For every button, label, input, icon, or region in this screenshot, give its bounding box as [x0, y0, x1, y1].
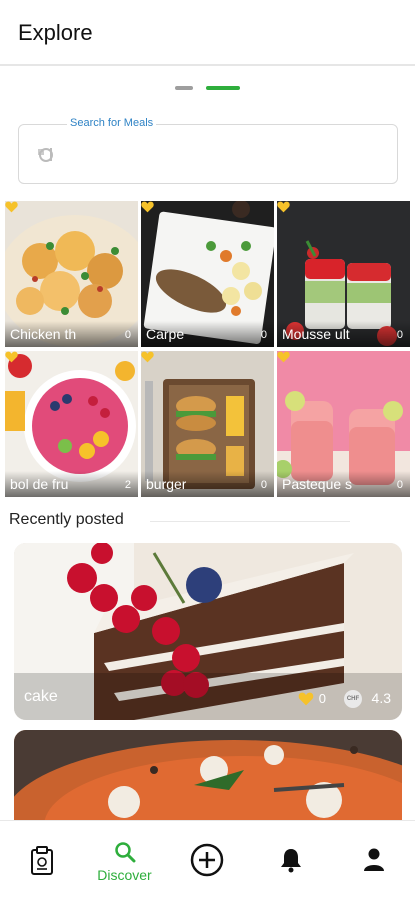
currency-badge: CHF: [344, 690, 362, 708]
bell-icon: [281, 849, 301, 873]
tile-title: bol de fru: [10, 476, 69, 492]
nav-item-discover[interactable]: Discover: [83, 821, 166, 901]
meal-tile[interactable]: Carpe 0: [141, 201, 274, 347]
meal-tile[interactable]: bol de fru 2: [5, 351, 138, 497]
pizza-image: [14, 730, 402, 820]
add-circle-icon: [190, 843, 224, 877]
like-count: 0: [260, 329, 267, 341]
tile-title: burger: [146, 476, 187, 492]
tile-title: Carpe: [146, 326, 185, 342]
tile-title: Pasteque s: [282, 476, 353, 492]
nav-item-profile[interactable]: [332, 821, 415, 901]
app-header: Explore: [0, 0, 415, 66]
heart-icon[interactable]: [277, 351, 290, 363]
heart-icon[interactable]: [141, 201, 154, 213]
carousel-dot-active[interactable]: [206, 86, 240, 90]
meal-tile[interactable]: burger 0: [141, 351, 274, 497]
tile-title: Chicken th: [10, 326, 77, 342]
like-count: 0: [124, 329, 131, 341]
page-title: Explore: [18, 20, 93, 45]
meal-tile[interactable]: Pasteque s 0: [277, 351, 410, 497]
heart-icon[interactable]: [5, 351, 18, 363]
bottom-navigation: Discover: [0, 820, 415, 901]
meal-tile[interactable]: Mousse ult 0: [277, 201, 410, 347]
section-heading: Recently posted: [9, 511, 124, 528]
card-title: cake: [24, 688, 58, 705]
recipe-clipboard-icon: [31, 846, 53, 875]
heart-icon[interactable]: [298, 692, 314, 706]
recent-post-card[interactable]: cake 0 CHF 4.3: [14, 543, 402, 720]
heart-icon[interactable]: [141, 351, 154, 363]
like-count: 0: [396, 479, 403, 491]
meal-grid: Chicken th 0 Carpe 0 Mousse ult 0 bol de…: [5, 201, 411, 497]
carousel-indicator: [0, 86, 415, 92]
meal-tile[interactable]: Chicken th 0: [5, 201, 138, 347]
cake-image: [14, 543, 402, 720]
nav-label-discover: Discover: [97, 867, 152, 883]
like-count: 0: [396, 329, 403, 341]
search-label: Search for Meals: [67, 117, 157, 129]
person-icon: [364, 848, 384, 871]
search-icon: [115, 842, 136, 863]
meal-search-icon: [38, 148, 53, 162]
nav-item-notifications[interactable]: [249, 821, 332, 901]
rating-value: 4.3: [371, 690, 391, 706]
tile-title: Mousse ult: [282, 326, 350, 342]
nav-item-recipes[interactable]: [0, 821, 83, 901]
search-input[interactable]: Search for Meals: [18, 117, 398, 184]
carousel-dot-inactive[interactable]: [175, 86, 193, 90]
nav-item-add[interactable]: [166, 821, 249, 901]
section-divider: [150, 521, 350, 522]
heart-icon[interactable]: [277, 201, 290, 213]
heart-icon[interactable]: [5, 201, 18, 213]
recent-post-card[interactable]: [14, 730, 402, 820]
like-count: 0: [260, 479, 267, 491]
like-count: 2: [124, 479, 131, 491]
like-count: 0: [318, 691, 326, 706]
